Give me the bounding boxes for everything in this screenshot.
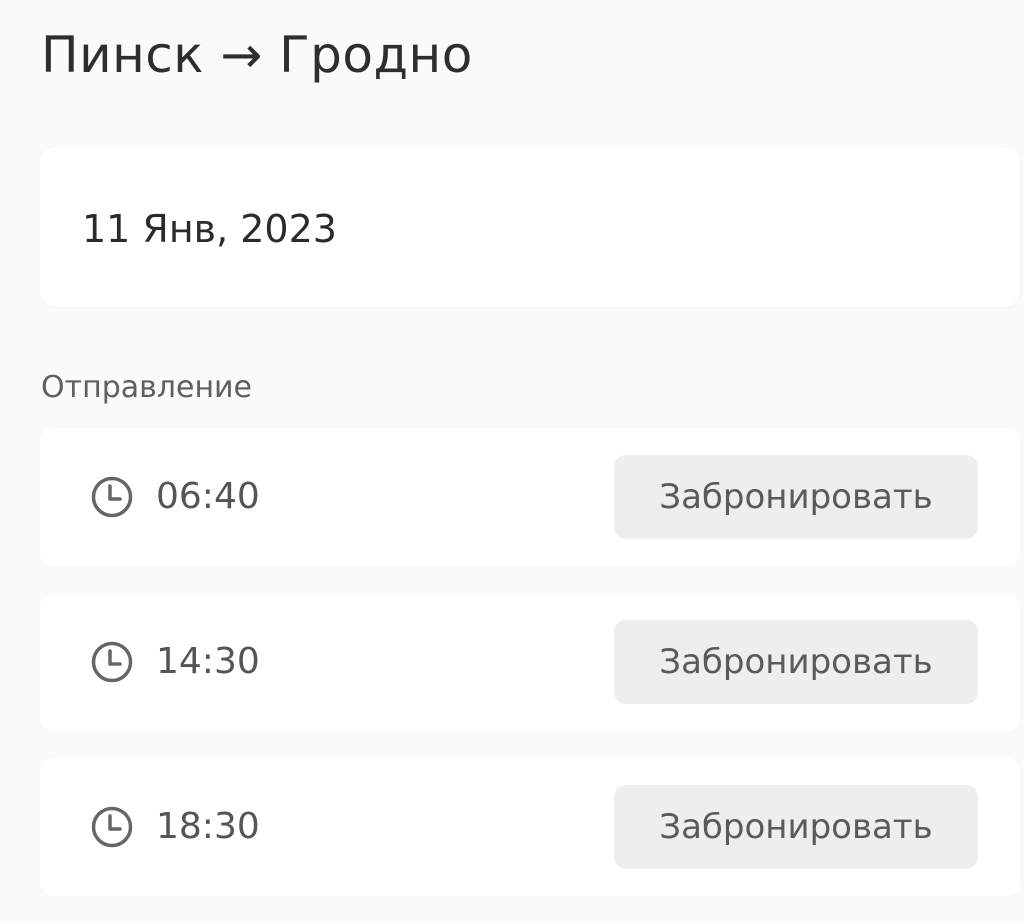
- clock-icon: [91, 476, 133, 518]
- departure-time: 14:30: [156, 641, 260, 682]
- departure-time: 18:30: [156, 806, 260, 847]
- book-button[interactable]: Забронировать: [614, 455, 978, 539]
- book-button[interactable]: Забронировать: [614, 785, 978, 869]
- date-selector[interactable]: 11 Янв, 2023: [40, 147, 1020, 307]
- selected-date: 11 Янв, 2023: [82, 207, 337, 251]
- clock-icon: [91, 806, 133, 848]
- clock-icon: [91, 641, 133, 683]
- departure-time: 06:40: [156, 476, 260, 517]
- departure-list: 06:40 Забронировать 14:30 Забронировать …: [40, 428, 1020, 923]
- departure-section-label: Отправление: [41, 370, 253, 405]
- book-button[interactable]: Забронировать: [614, 620, 978, 704]
- departure-item: 06:40 Забронировать: [40, 428, 1020, 566]
- page-title: Пинск → Гродно: [41, 26, 473, 84]
- departure-item: 18:30 Забронировать: [40, 758, 1020, 896]
- departure-item: 14:30 Забронировать: [40, 593, 1020, 731]
